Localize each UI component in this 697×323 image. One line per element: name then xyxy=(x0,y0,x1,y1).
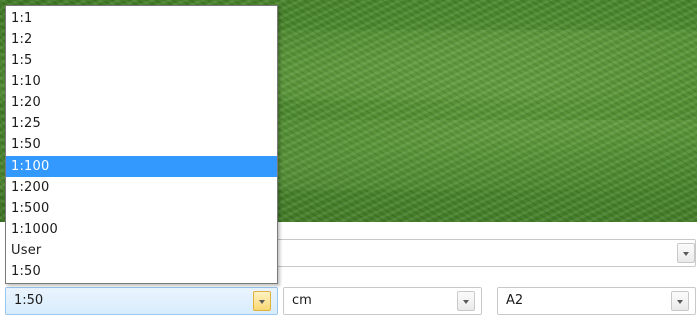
scale-option[interactable]: User xyxy=(6,240,277,261)
scale-option[interactable]: 1:5 xyxy=(6,50,277,71)
scale-option[interactable]: 1:1000 xyxy=(6,219,277,240)
scale-option[interactable]: 1:25 xyxy=(6,113,277,134)
chevron-down-icon xyxy=(463,300,469,304)
scale-option[interactable]: 1:500 xyxy=(6,198,277,219)
scale-dropdown-list[interactable]: 1:1 1:2 1:5 1:10 1:20 1:25 1:50 1:100 1:… xyxy=(5,5,278,284)
paper-size-select-value: A2 xyxy=(506,293,524,308)
paper-size-dropdown-button[interactable] xyxy=(671,291,689,311)
scale-option[interactable]: 1:10 xyxy=(6,71,277,92)
scale-select-value: 1:50 xyxy=(14,293,44,308)
scale-option-highlighted[interactable]: 1:100 xyxy=(6,156,277,177)
paper-size-select[interactable]: A2 xyxy=(497,287,696,315)
unit-select-value: cm xyxy=(292,293,312,308)
scale-option[interactable]: 1:2 xyxy=(6,29,277,50)
scale-option[interactable]: 1:50 xyxy=(6,134,277,155)
chevron-down-icon xyxy=(259,300,265,304)
unit-dropdown-button[interactable] xyxy=(457,291,475,311)
scale-option[interactable]: 1:20 xyxy=(6,92,277,113)
scale-dropdown-button[interactable] xyxy=(253,291,271,311)
scale-option[interactable]: 1:50 xyxy=(6,261,277,282)
scale-option[interactable]: 1:200 xyxy=(6,177,277,198)
unit-select[interactable]: cm xyxy=(283,287,482,315)
chevron-down-icon xyxy=(677,300,683,304)
scale-option[interactable]: 1:1 xyxy=(6,8,277,29)
scale-select[interactable]: 1:50 xyxy=(5,287,278,315)
chevron-down-icon xyxy=(683,252,689,256)
preview-dropdown-button[interactable] xyxy=(677,243,695,263)
